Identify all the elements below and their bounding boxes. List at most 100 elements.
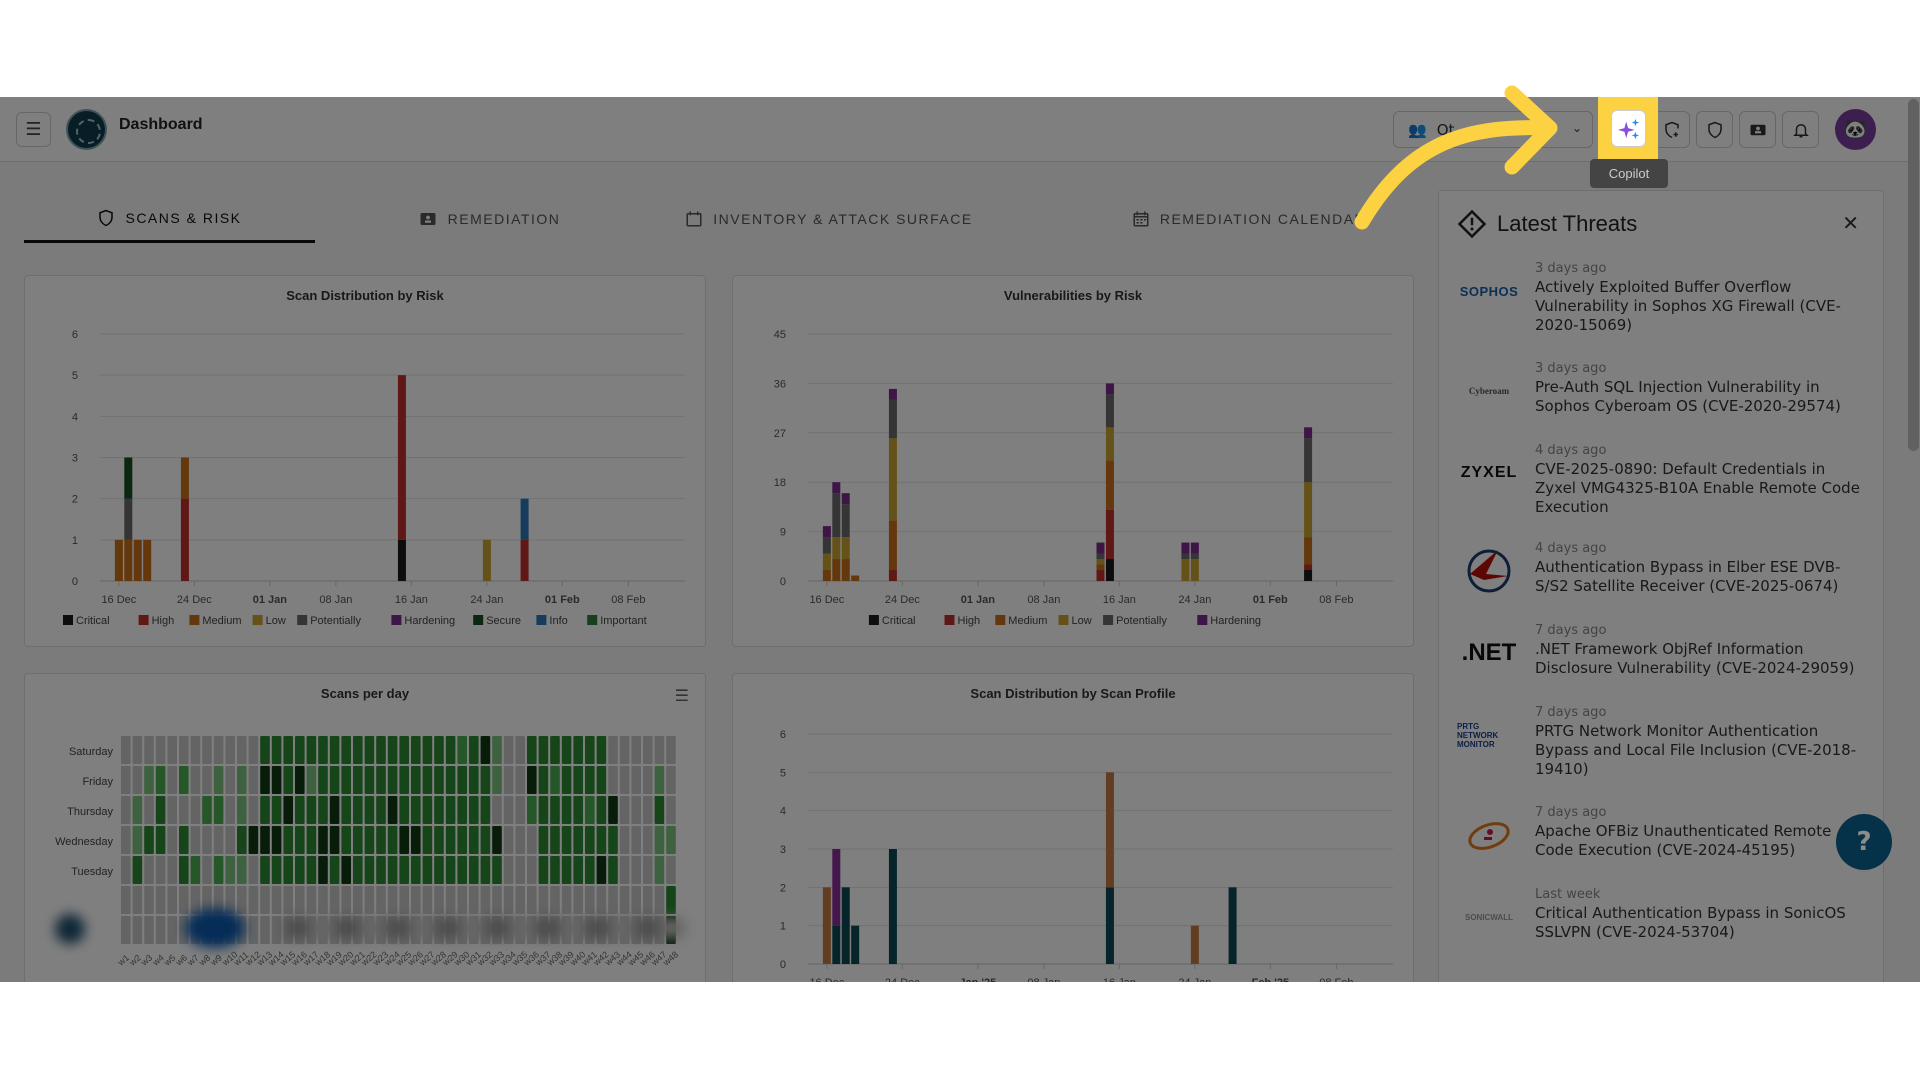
bar-segment-hardening	[1096, 542, 1105, 554]
legend-swatch	[63, 615, 73, 625]
threat-title[interactable]: Critical Authentication Bypass in SonicO…	[1535, 904, 1867, 942]
page-scrollbar[interactable]	[1908, 99, 1919, 451]
y-tick-label: 36	[774, 378, 786, 390]
heatmap-cell	[283, 766, 293, 794]
company-logo[interactable]	[66, 109, 107, 150]
y-tick-label: 2	[780, 882, 786, 894]
legend-label: Hardening	[1210, 615, 1261, 627]
bar-segment-hardening	[841, 493, 850, 505]
bar-segment-hardening	[1181, 542, 1190, 554]
bar-segment-low	[832, 537, 841, 560]
threat-title[interactable]: CVE-2025-0890: Default Credentials in Zy…	[1535, 460, 1867, 517]
heatmap-cell	[295, 766, 305, 794]
tab-scans-risk[interactable]: SCANS & RISK	[24, 195, 315, 243]
notifications-button[interactable]	[1782, 111, 1819, 148]
heatmap-cell	[248, 826, 259, 854]
heatmap-cell	[237, 796, 247, 824]
y-tick-label: 6	[780, 729, 786, 741]
heatmap-cell	[654, 736, 665, 764]
threat-body: 7 days ago .NET Framework ObjRef Informat…	[1535, 623, 1867, 683]
copilot-button[interactable]	[1611, 110, 1646, 147]
vendor-logo: SOPHOS	[1459, 283, 1519, 299]
legend-label: Low	[266, 615, 286, 627]
heatmap-cell	[179, 736, 189, 764]
heatmap-cell	[167, 856, 177, 884]
heatmap-cell	[561, 766, 572, 794]
close-threats-button[interactable]: ✕	[1842, 211, 1859, 235]
heatmap-cell	[353, 796, 363, 824]
tab-remediation[interactable]: REMEDIATION	[364, 195, 614, 243]
y-tick-label: 2	[72, 494, 78, 506]
legend-label: Potentially	[310, 615, 361, 627]
tab-label: SCANS & RISK	[125, 209, 242, 226]
threat-title[interactable]: Actively Exploited Buffer Overflow Vulne…	[1535, 278, 1867, 335]
add-shield-button[interactable]	[1653, 111, 1690, 148]
contacts-button[interactable]	[1739, 111, 1776, 148]
heatmap-cell	[527, 736, 537, 764]
heatmap-cell	[225, 736, 235, 764]
security-button[interactable]	[1696, 111, 1733, 148]
bar-segment-potentially	[1096, 553, 1105, 560]
bar-segment-profile_a	[1105, 772, 1114, 888]
heatmap-cell	[422, 766, 433, 794]
heatmap-cell	[445, 736, 456, 764]
threat-item[interactable]: ZYXEL 4 days ago CVE-2025-0890: Default Cr…	[1457, 443, 1867, 517]
threat-item[interactable]: 4 days ago Authentication Bypass in Elber…	[1457, 541, 1867, 601]
heatmap-cell	[283, 736, 293, 764]
vendor-logo: PRTG NETWORK MONITOR	[1457, 721, 1499, 749]
y-tick-label: 3	[780, 844, 786, 856]
threat-title[interactable]: .NET Framework ObjRef Information Disclo…	[1535, 640, 1867, 678]
heatmap-cell	[631, 736, 641, 764]
help-button[interactable]: ?	[1836, 814, 1892, 870]
threat-item[interactable]: Cyberoam 3 days ago Pre-Auth SQL Injection…	[1457, 361, 1867, 421]
heatmap-cell	[445, 766, 456, 794]
threat-item[interactable]: SONICWALL Last week Critical Authenticatio…	[1457, 887, 1867, 947]
bar-segment-critical	[397, 539, 406, 581]
x-tick-label: 16 Dec	[101, 594, 136, 606]
x-tick-label: 16 Dec	[809, 594, 844, 606]
warning-diamond-icon	[1457, 209, 1487, 239]
user-avatar[interactable]: 🐼	[1835, 109, 1876, 150]
heatmap-cell	[503, 796, 514, 824]
threat-item[interactable]: 7 days ago Apache OFBiz Unauthenticated R…	[1457, 805, 1867, 865]
heatmap-cell	[271, 736, 282, 764]
chevron-down-icon: ⌄	[1571, 121, 1582, 135]
heatmap-cell	[422, 736, 433, 764]
tab-inventory-attack-surface[interactable]: INVENTORY & ATTACK SURFACE	[664, 195, 994, 243]
y-tick-label: 0	[780, 959, 786, 971]
heatmap-cell	[434, 766, 444, 794]
tab-remediation-calendar[interactable]: REMEDIATION CALENDAR	[1099, 195, 1399, 243]
bar-segment-potentially	[832, 493, 841, 538]
bar-segment-low	[888, 438, 897, 521]
team-selector[interactable]: 👥 Ot ⌄	[1393, 111, 1593, 148]
app-screen: ☰ Dashboard 👥 Ot ⌄ 🐼 SCANS & RISK REMEDI…	[0, 97, 1920, 982]
threat-title[interactable]: Pre-Auth SQL Injection Vulnerability in …	[1535, 378, 1867, 416]
bar-segment-medium	[841, 559, 850, 581]
threat-title[interactable]: Apache OFBiz Unauthenticated Remote Code…	[1535, 822, 1867, 860]
heatmap-cell	[399, 856, 409, 884]
threat-item[interactable]: PRTG NETWORK MONITOR 7 days ago PRTG Netwo…	[1457, 705, 1867, 779]
threat-title[interactable]: Authentication Bypass in Elber ESE DVB-S…	[1535, 558, 1867, 596]
legend-swatch	[189, 615, 200, 625]
heatmap-cell	[225, 856, 235, 884]
heatmap-cell	[445, 856, 456, 884]
menu-button[interactable]: ☰	[16, 112, 51, 147]
threat-item[interactable]: .NET 7 days ago .NET Framework ObjRef Info…	[1457, 623, 1867, 683]
heatmap-cell	[237, 826, 247, 854]
threat-item[interactable]: SOPHOS 3 days ago Actively Exploited Buffe…	[1457, 261, 1867, 335]
heatmap-cell	[387, 856, 398, 884]
heatmap-cell	[434, 826, 444, 854]
heatmap-cell	[341, 796, 351, 824]
close-icon: ✕	[1842, 211, 1859, 235]
bar-segment-profile_c	[832, 925, 841, 964]
heatmap-cell	[202, 826, 212, 854]
threat-title[interactable]: PRTG Network Monitor Authentication Bypa…	[1535, 722, 1867, 779]
heatmap-cell	[121, 736, 131, 764]
heatmap-cell	[527, 796, 537, 824]
legend-swatch	[995, 615, 1006, 625]
heatmap-cell	[190, 796, 201, 824]
heatmap-cell	[550, 826, 560, 854]
heatmap-cell	[596, 766, 607, 794]
bar-segment-secure	[124, 457, 133, 499]
bar-segment-high	[180, 498, 189, 581]
